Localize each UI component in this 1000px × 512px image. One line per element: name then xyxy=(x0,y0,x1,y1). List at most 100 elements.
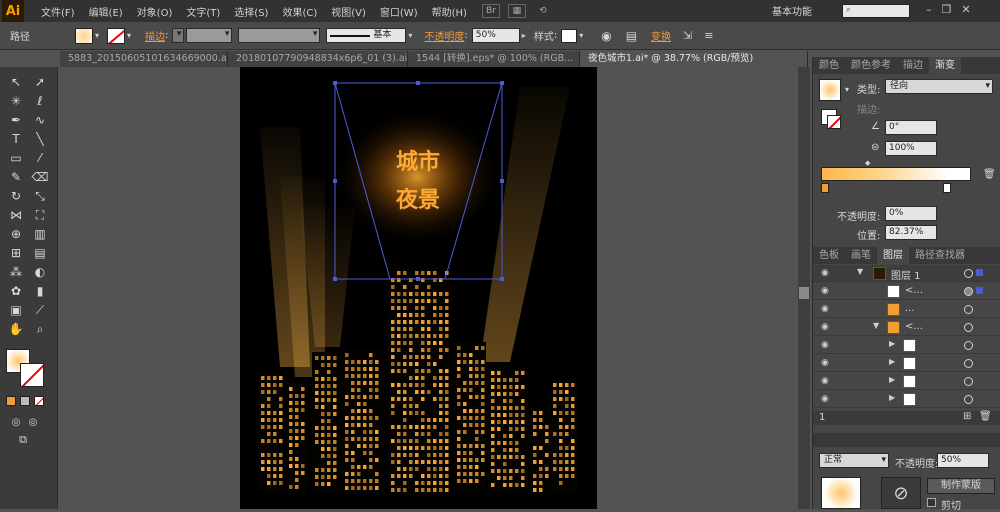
rectangle-tool-icon[interactable]: ▭ xyxy=(5,149,27,167)
tab-document-3[interactable]: 1544 [转换].eps* @ 100% (RGB... xyxy=(408,51,580,67)
visibility-eye-icon[interactable]: ◉ xyxy=(821,358,829,368)
hand-tool-icon[interactable]: ✋ xyxy=(5,320,27,338)
search-help-input[interactable]: ⌕ xyxy=(842,4,910,18)
expand-triangle-icon[interactable]: ▼ xyxy=(857,267,863,276)
align-icon[interactable]: ▤ xyxy=(626,29,637,43)
layer-name[interactable]: 图层 1 xyxy=(891,267,921,282)
chevron-down-icon[interactable]: ▾ xyxy=(579,31,583,40)
collapse-triangle-icon[interactable]: ▶ xyxy=(889,393,895,402)
visibility-eye-icon[interactable]: ◉ xyxy=(821,304,829,314)
menu-view[interactable]: 视图(V) xyxy=(324,4,373,19)
restore-icon[interactable]: ❐ xyxy=(942,3,952,16)
free-transform-tool-icon[interactable]: ⛶ xyxy=(29,206,51,224)
gradient-mode-icon[interactable] xyxy=(20,396,30,406)
clip-checkbox[interactable] xyxy=(927,498,936,507)
midpoint-diamond-icon[interactable]: ◆ xyxy=(865,159,870,167)
layer-row[interactable]: ◉ ▼ 图层 1 xyxy=(813,265,1000,282)
target-circle-icon[interactable] xyxy=(964,323,973,332)
collapse-triangle-icon[interactable]: ▶ xyxy=(889,357,895,366)
tab-gradient[interactable]: 渐变 xyxy=(929,57,961,74)
stroke-profile-dropdown[interactable]: 基本 xyxy=(326,28,407,43)
layer-row[interactable]: ◉ <... xyxy=(813,283,1000,300)
magic-wand-tool-icon[interactable]: ✳ xyxy=(5,92,27,110)
stroke-toggle[interactable] xyxy=(827,115,841,129)
chevron-right-icon[interactable]: ▸ xyxy=(522,31,526,40)
sublayer-name[interactable]: <... xyxy=(905,321,923,332)
tab-swatches[interactable]: 色板 xyxy=(813,247,845,264)
scale-tool-icon[interactable]: ⤡ xyxy=(29,187,51,205)
new-layer-icon[interactable]: ⊞ xyxy=(963,411,971,422)
selection-tool-icon[interactable]: ↖ xyxy=(5,73,27,91)
arrange-documents-icon[interactable]: ▦ xyxy=(507,4,526,18)
tab-color-guide[interactable]: 颜色参考 xyxy=(845,57,897,74)
stop-opacity-input[interactable]: 0% xyxy=(885,206,937,221)
menu-select[interactable]: 选择(S) xyxy=(227,4,275,19)
layer-row[interactable]: ◉ ▶ xyxy=(813,355,1000,372)
panel-menu-icon[interactable]: ≡ xyxy=(704,29,713,42)
workspace-switcher[interactable]: 基本功能 xyxy=(772,3,812,18)
make-mask-button[interactable]: 制作蒙版 xyxy=(927,478,995,494)
visibility-eye-icon[interactable]: ◉ xyxy=(821,340,829,350)
target-circle-icon[interactable] xyxy=(964,377,973,386)
tab-document-2[interactable]: 20180107790948834x6p6_01 (3).ai* xyxy=(228,51,408,67)
symbol-sprayer-tool-icon[interactable]: ✿ xyxy=(5,282,27,300)
menu-effect[interactable]: 效果(C) xyxy=(275,4,324,19)
width-tool-icon[interactable]: ⋈ xyxy=(5,206,27,224)
blend-tool-icon[interactable]: ◐ xyxy=(29,263,51,281)
eraser-tool-icon[interactable]: ⌫ xyxy=(29,168,51,186)
stroke-color-box[interactable] xyxy=(20,363,44,387)
gradient-preview[interactable] xyxy=(819,79,841,101)
gradient-stop-right[interactable] xyxy=(943,183,951,193)
tab-color[interactable]: 颜色 xyxy=(813,57,845,74)
transform-link[interactable]: 变换 xyxy=(651,28,671,43)
shape-builder-tool-icon[interactable]: ⊕ xyxy=(5,225,27,243)
gradient-tool-icon[interactable]: ▤ xyxy=(29,244,51,262)
delete-layer-icon[interactable]: 🗑 xyxy=(979,411,992,422)
bridge-icon[interactable]: Br xyxy=(481,4,500,18)
visibility-eye-icon[interactable]: ◉ xyxy=(821,268,829,278)
chevron-down-icon[interactable]: ▾ xyxy=(408,31,412,40)
collapse-triangle-icon[interactable]: ▶ xyxy=(889,339,895,348)
stroke-swatch[interactable] xyxy=(107,27,126,44)
slice-tool-icon[interactable]: ⟋ xyxy=(29,301,51,319)
menu-edit[interactable]: 编辑(E) xyxy=(82,4,130,19)
target-circle-icon[interactable] xyxy=(964,269,973,278)
fill-swatch[interactable] xyxy=(75,27,93,44)
pen-tool-icon[interactable]: ✒ xyxy=(5,111,27,129)
recolor-icon[interactable]: ◉ xyxy=(601,29,611,43)
rotate-tool-icon[interactable]: ↻ xyxy=(5,187,27,205)
sublayer-name[interactable]: ... xyxy=(905,303,915,314)
isolate-icon[interactable]: ⇲ xyxy=(683,29,692,42)
tab-document-active[interactable]: 夜色城市1.ai* @ 38.77% (RGB/预览) xyxy=(580,51,808,67)
graphic-style-swatch[interactable] xyxy=(561,28,578,43)
target-circle-icon[interactable] xyxy=(964,305,973,314)
canvas-area[interactable]: 城市 夜景 xyxy=(58,67,798,509)
layer-row[interactable]: ◉ ▶ xyxy=(813,337,1000,354)
mesh-tool-icon[interactable]: ⊞ xyxy=(5,244,27,262)
artboard-tool-icon[interactable]: ▣ xyxy=(5,301,27,319)
eyedropper-tool-icon[interactable]: ⁂ xyxy=(5,263,27,281)
visibility-eye-icon[interactable]: ◉ xyxy=(821,376,829,386)
column-graph-tool-icon[interactable]: ▮ xyxy=(29,282,51,300)
stroke-link[interactable]: 描边 xyxy=(145,28,165,43)
sync-icon[interactable]: ⟲ xyxy=(534,4,552,18)
tab-stroke[interactable]: 描边 xyxy=(897,57,929,74)
none-mode-icon[interactable] xyxy=(34,396,44,406)
object-thumbnail[interactable] xyxy=(821,477,861,509)
paintbrush-tool-icon[interactable]: ⁄ xyxy=(29,149,51,167)
target-circle-icon[interactable] xyxy=(964,395,973,404)
minimize-icon[interactable]: – xyxy=(926,3,932,16)
gradient-slider[interactable] xyxy=(821,167,971,181)
expand-triangle-icon[interactable]: ▼ xyxy=(873,321,879,330)
sublayer-name[interactable]: <... xyxy=(905,285,923,296)
zoom-tool-icon[interactable]: ⌕ xyxy=(29,320,51,338)
tab-layers[interactable]: 图层 xyxy=(877,247,909,264)
draw-behind-icon[interactable]: ◎ xyxy=(22,413,44,431)
chevron-down-icon[interactable]: ▾ xyxy=(95,31,99,40)
menu-window[interactable]: 窗口(W) xyxy=(373,4,425,19)
stop-location-input[interactable]: 82.37% xyxy=(885,225,937,240)
screen-mode-icon[interactable]: ⧉ xyxy=(12,431,34,449)
chevron-down-icon[interactable]: ▾ xyxy=(845,85,849,94)
pencil-tool-icon[interactable]: ✎ xyxy=(5,168,27,186)
lasso-tool-icon[interactable]: ℓ xyxy=(29,92,51,110)
